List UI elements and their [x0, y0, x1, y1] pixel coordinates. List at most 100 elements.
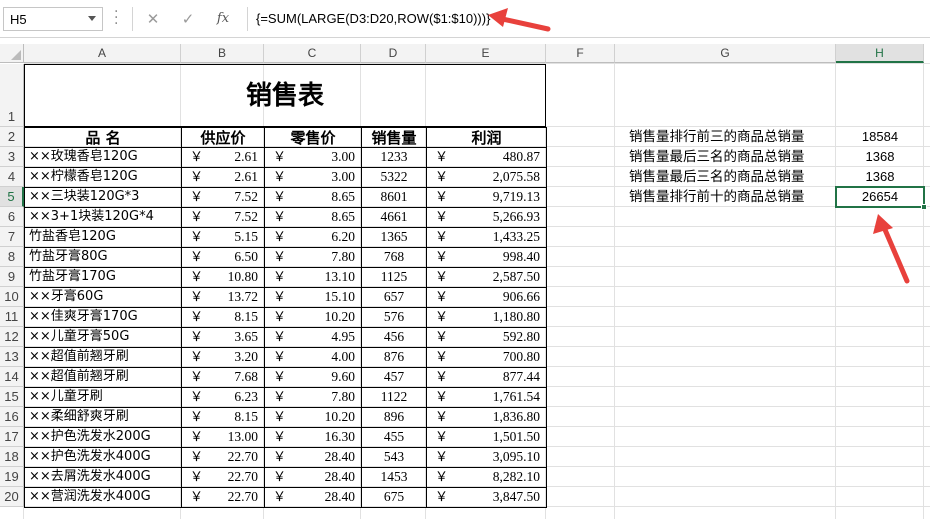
- quantity-cell[interactable]: 768: [361, 247, 426, 268]
- supply-cell[interactable]: ￥ 7.52: [181, 187, 264, 208]
- row-header-10[interactable]: 10: [0, 287, 24, 307]
- product-name-cell[interactable]: ××超值前翘牙刷: [24, 367, 181, 388]
- column-header-f[interactable]: F: [546, 44, 615, 63]
- retail-cell[interactable]: ￥ 28.40: [264, 487, 361, 508]
- supply-cell[interactable]: ￥ 8.15: [181, 307, 264, 328]
- row-header-5[interactable]: 5: [0, 187, 24, 207]
- supply-cell[interactable]: ￥ 2.61: [181, 167, 264, 188]
- supply-cell[interactable]: ￥ 10.80: [181, 267, 264, 288]
- quantity-cell[interactable]: 457: [361, 367, 426, 388]
- product-name-cell[interactable]: ××3+1块装120G*4: [24, 207, 181, 228]
- profit-cell[interactable]: ￥ 700.80: [426, 347, 547, 368]
- active-cell-selection[interactable]: [835, 186, 927, 210]
- product-name-cell[interactable]: ××柠檬香皂120G: [24, 167, 181, 188]
- supply-cell[interactable]: ￥ 5.15: [181, 227, 264, 248]
- table-header-cell[interactable]: 供应价: [181, 127, 264, 148]
- retail-cell[interactable]: ￥ 28.40: [264, 467, 361, 488]
- column-header-a[interactable]: A: [24, 44, 181, 63]
- column-header-d[interactable]: D: [361, 44, 426, 63]
- profit-cell[interactable]: ￥ 2,587.50: [426, 267, 547, 288]
- profit-cell[interactable]: ￥ 8,282.10: [426, 467, 547, 488]
- table-header-cell[interactable]: 零售价: [264, 127, 361, 148]
- product-name-cell[interactable]: ××营润洗发水400G: [24, 487, 181, 508]
- quantity-cell[interactable]: 8601: [361, 187, 426, 208]
- retail-cell[interactable]: ￥ 7.80: [264, 247, 361, 268]
- column-header-e[interactable]: E: [426, 44, 546, 63]
- supply-cell[interactable]: ￥ 8.15: [181, 407, 264, 428]
- summary-label[interactable]: 销售量最后三名的商品总销量: [615, 147, 836, 167]
- sheet-title[interactable]: 销售表: [24, 64, 546, 127]
- product-name-cell[interactable]: ××儿童牙刷: [24, 387, 181, 408]
- profit-cell[interactable]: ￥ 877.44: [426, 367, 547, 388]
- supply-cell[interactable]: ￥ 2.61: [181, 147, 264, 168]
- profit-cell[interactable]: ￥ 1,836.80: [426, 407, 547, 428]
- row-header-18[interactable]: 18: [0, 447, 24, 467]
- retail-cell[interactable]: ￥ 10.20: [264, 407, 361, 428]
- row-header-13[interactable]: 13: [0, 347, 24, 367]
- row-header-7[interactable]: 7: [0, 227, 24, 247]
- quantity-cell[interactable]: 876: [361, 347, 426, 368]
- profit-cell[interactable]: ￥ 1,433.25: [426, 227, 547, 248]
- quantity-cell[interactable]: 5322: [361, 167, 426, 188]
- quantity-cell[interactable]: 1365: [361, 227, 426, 248]
- retail-cell[interactable]: ￥ 8.65: [264, 187, 361, 208]
- row-header-16[interactable]: 16: [0, 407, 24, 427]
- row-header-2[interactable]: 2: [0, 127, 24, 147]
- fill-handle[interactable]: [921, 204, 927, 210]
- retail-cell[interactable]: ￥ 13.10: [264, 267, 361, 288]
- table-header-cell[interactable]: 品 名: [24, 127, 181, 148]
- row-header-3[interactable]: 3: [0, 147, 24, 167]
- profit-cell[interactable]: ￥ 3,847.50: [426, 487, 547, 508]
- spreadsheet-grid[interactable]: A B C D E F G H 1 2 3 4 5 6 7 8 9 10 11 12 13 14 15 16 17 18 19 20 销…: [0, 44, 930, 519]
- table-header-cell[interactable]: 利润: [426, 127, 547, 148]
- insert-function-icon[interactable]: fx: [213, 9, 233, 29]
- quantity-cell[interactable]: 657: [361, 287, 426, 308]
- row-header-12[interactable]: 12: [0, 327, 24, 347]
- profit-cell[interactable]: ￥ 480.87: [426, 147, 547, 168]
- formula-input[interactable]: {=SUM(LARGE(D3:D20,ROW($1:$10)))}: [247, 7, 930, 31]
- supply-cell[interactable]: ￥ 3.65: [181, 327, 264, 348]
- product-name-cell[interactable]: ××佳爽牙膏170G: [24, 307, 181, 328]
- profit-cell[interactable]: ￥ 9,719.13: [426, 187, 547, 208]
- profit-cell[interactable]: ￥ 592.80: [426, 327, 547, 348]
- product-name-cell[interactable]: ××柔细舒爽牙刷: [24, 407, 181, 428]
- profit-cell[interactable]: ￥ 2,075.58: [426, 167, 547, 188]
- row-header-1[interactable]: 1: [0, 64, 24, 127]
- quantity-cell[interactable]: 456: [361, 327, 426, 348]
- quantity-cell[interactable]: 455: [361, 427, 426, 448]
- product-name-cell[interactable]: ××牙膏60G: [24, 287, 181, 308]
- profit-cell[interactable]: ￥ 1,501.50: [426, 427, 547, 448]
- product-name-cell[interactable]: 竹盐香皂120G: [24, 227, 181, 248]
- retail-cell[interactable]: ￥ 6.20: [264, 227, 361, 248]
- supply-cell[interactable]: ￥ 13.72: [181, 287, 264, 308]
- summary-value[interactable]: 1368: [836, 147, 924, 167]
- quantity-cell[interactable]: 4661: [361, 207, 426, 228]
- row-header-15[interactable]: 15: [0, 387, 24, 407]
- profit-cell[interactable]: ￥ 906.66: [426, 287, 547, 308]
- supply-cell[interactable]: ￥ 7.52: [181, 207, 264, 228]
- product-name-cell[interactable]: 竹盐牙膏170G: [24, 267, 181, 288]
- product-name-cell[interactable]: ××三块装120G*3: [24, 187, 181, 208]
- row-header-6[interactable]: 6: [0, 207, 24, 227]
- product-name-cell[interactable]: ××护色洗发水400G: [24, 447, 181, 468]
- column-header-h[interactable]: H: [836, 44, 924, 63]
- row-header-19[interactable]: 19: [0, 467, 24, 487]
- profit-cell[interactable]: ￥ 1,761.54: [426, 387, 547, 408]
- quantity-cell[interactable]: 896: [361, 407, 426, 428]
- retail-cell[interactable]: ￥ 4.00: [264, 347, 361, 368]
- summary-label[interactable]: 销售量排行前三的商品总销量: [615, 127, 836, 147]
- retail-cell[interactable]: ￥ 16.30: [264, 427, 361, 448]
- quantity-cell[interactable]: 1233: [361, 147, 426, 168]
- retail-cell[interactable]: ￥ 3.00: [264, 167, 361, 188]
- profit-cell[interactable]: ￥ 998.40: [426, 247, 547, 268]
- summary-label[interactable]: 销售量排行前十的商品总销量: [615, 187, 836, 207]
- supply-cell[interactable]: ￥ 22.70: [181, 487, 264, 508]
- summary-value[interactable]: 18584: [836, 127, 924, 147]
- name-box[interactable]: H5: [3, 7, 103, 31]
- column-header-g[interactable]: G: [615, 44, 836, 63]
- product-name-cell[interactable]: ××护色洗发水200G: [24, 427, 181, 448]
- retail-cell[interactable]: ￥ 15.10: [264, 287, 361, 308]
- product-name-cell[interactable]: ××去屑洗发水400G: [24, 467, 181, 488]
- product-name-cell[interactable]: ××超值前翘牙刷: [24, 347, 181, 368]
- supply-cell[interactable]: ￥ 22.70: [181, 467, 264, 488]
